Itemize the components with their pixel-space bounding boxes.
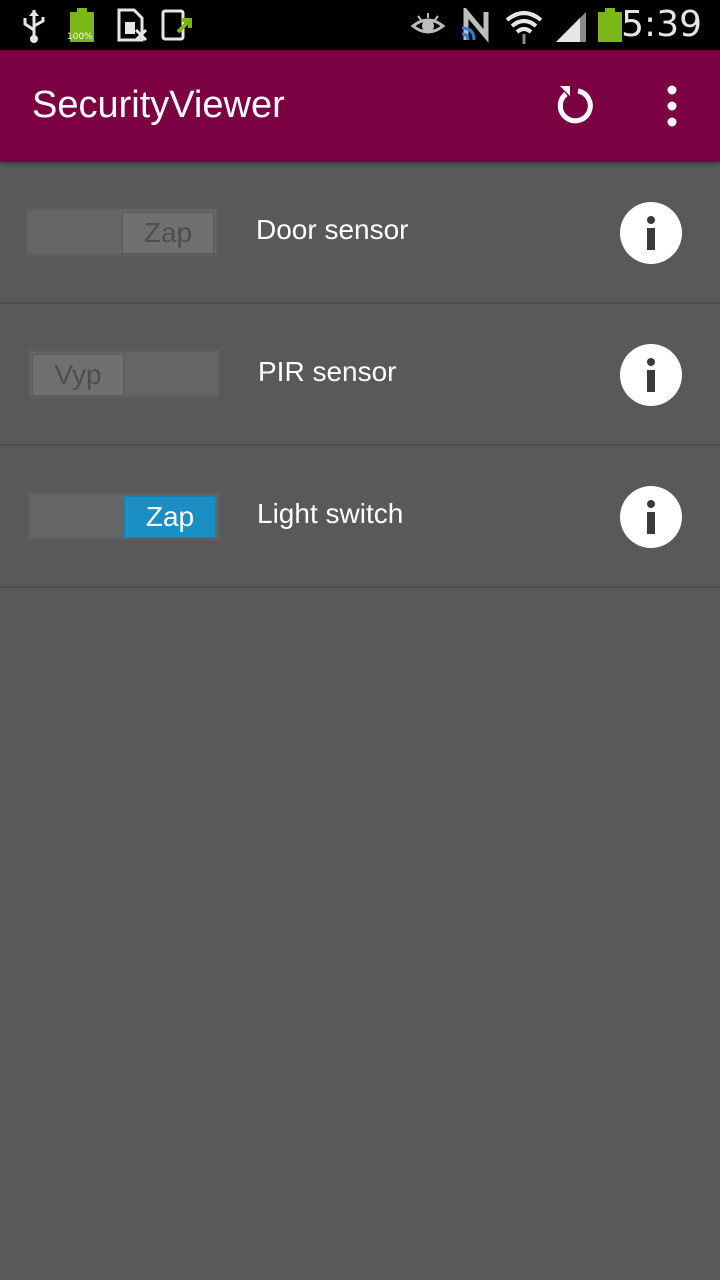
device-label: Door sensor: [256, 214, 409, 245]
info-button[interactable]: [620, 344, 682, 406]
device-label: PIR sensor: [258, 356, 397, 387]
toggle-thumb: Zap: [124, 496, 216, 538]
signal-icon: [556, 12, 586, 42]
door-sensor-toggle[interactable]: Zap: [26, 208, 218, 256]
device-label: Light switch: [257, 498, 404, 529]
battery-icon: [598, 8, 622, 42]
device-list: Zap Door sensor Vyp PIR sensor Zap Light…: [0, 162, 720, 588]
screen-share-icon: [161, 9, 192, 41]
sim-card-icon: [117, 8, 148, 42]
status-bar: 100% 5:39: [0, 0, 720, 50]
refresh-icon[interactable]: [552, 80, 600, 128]
pir-sensor-toggle[interactable]: Vyp: [28, 350, 220, 398]
list-item-light-switch: Zap Light switch: [0, 446, 720, 588]
toggle-thumb: Vyp: [32, 354, 124, 396]
action-bar: SecurityViewer: [0, 50, 720, 162]
app-title: SecurityViewer: [32, 84, 285, 126]
wifi-icon: [505, 11, 543, 44]
list-item-door-sensor: Zap Door sensor: [0, 162, 720, 304]
nfc-icon: [461, 8, 489, 43]
eye-icon: [410, 13, 446, 34]
info-button[interactable]: [620, 486, 682, 548]
battery-percent-label: 100%: [67, 32, 93, 42]
overflow-menu-icon[interactable]: [648, 80, 696, 132]
toggle-thumb: Zap: [122, 212, 214, 254]
usb-icon: [23, 10, 45, 43]
light-switch-toggle[interactable]: Zap: [28, 492, 220, 540]
status-clock: 5:39: [621, 4, 702, 45]
info-button[interactable]: [620, 202, 682, 264]
list-item-pir-sensor: Vyp PIR sensor: [0, 304, 720, 446]
